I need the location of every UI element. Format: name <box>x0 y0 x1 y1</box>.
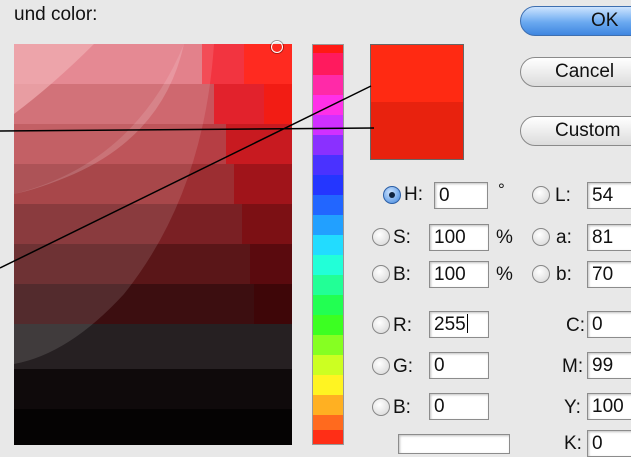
g-input[interactable]: 0 <box>429 352 489 379</box>
magenta-label: M: <box>562 356 584 377</box>
current-color-swatch[interactable] <box>371 102 463 159</box>
s-radio[interactable] <box>372 228 390 246</box>
new-color-swatch <box>371 45 463 102</box>
h-input[interactable]: 0 <box>434 182 488 209</box>
yellow-input[interactable]: 100 <box>587 393 631 420</box>
r-label: R: <box>393 315 412 336</box>
h-unit: ° <box>498 180 505 199</box>
s-label: S: <box>393 227 411 248</box>
lab-a-input[interactable]: 81 <box>587 224 631 251</box>
g-label: G: <box>393 356 414 377</box>
b-unit: % <box>496 264 513 285</box>
color-field[interactable] <box>14 44 292 445</box>
cancel-button-label: Cancel <box>555 61 615 82</box>
color-field-marker[interactable] <box>271 41 283 53</box>
magenta-input[interactable]: 99 <box>587 352 631 379</box>
ok-button-label: OK <box>591 10 619 31</box>
b-input[interactable]: 100 <box>429 261 489 288</box>
black-label: K: <box>564 433 582 454</box>
lab-l-label: L: <box>555 185 571 206</box>
s-input[interactable]: 100 <box>429 224 489 251</box>
lab-l-input[interactable]: 54 <box>587 182 631 209</box>
b-radio[interactable] <box>372 265 390 283</box>
custom-button[interactable]: Custom <box>520 116 631 146</box>
b-label: B: <box>393 264 411 285</box>
yellow-label: Y: <box>564 397 581 418</box>
ok-button[interactable]: OK <box>520 6 631 36</box>
lab-b-radio[interactable] <box>532 265 550 283</box>
lab-a-label: a: <box>556 227 572 248</box>
black-input[interactable]: 0 <box>587 430 631 457</box>
blue-label: B: <box>393 397 411 418</box>
cancel-button[interactable]: Cancel <box>520 57 631 87</box>
lab-a-radio[interactable] <box>532 228 550 246</box>
r-input[interactable]: 255 <box>429 311 489 338</box>
blue-radio[interactable] <box>372 398 390 416</box>
lab-l-radio[interactable] <box>532 186 550 204</box>
color-preview-swatch <box>370 44 464 160</box>
g-radio[interactable] <box>372 357 390 375</box>
hue-slider[interactable] <box>312 44 344 445</box>
dialog-title: und color: <box>14 4 98 25</box>
lab-b-label: b: <box>556 264 572 285</box>
blue-input[interactable]: 0 <box>429 393 489 420</box>
color-field-gradient <box>14 44 292 445</box>
r-radio[interactable] <box>372 316 390 334</box>
s-unit: % <box>496 227 513 248</box>
hue-spectrum <box>313 45 343 444</box>
h-label: H: <box>404 184 423 205</box>
custom-button-label: Custom <box>555 120 621 141</box>
cyan-label: C: <box>566 315 585 336</box>
h-radio[interactable] <box>383 186 401 204</box>
lab-b-input[interactable]: 70 <box>587 261 631 288</box>
cyan-input[interactable]: 0 <box>587 311 631 338</box>
hex-input[interactable] <box>398 434 510 454</box>
